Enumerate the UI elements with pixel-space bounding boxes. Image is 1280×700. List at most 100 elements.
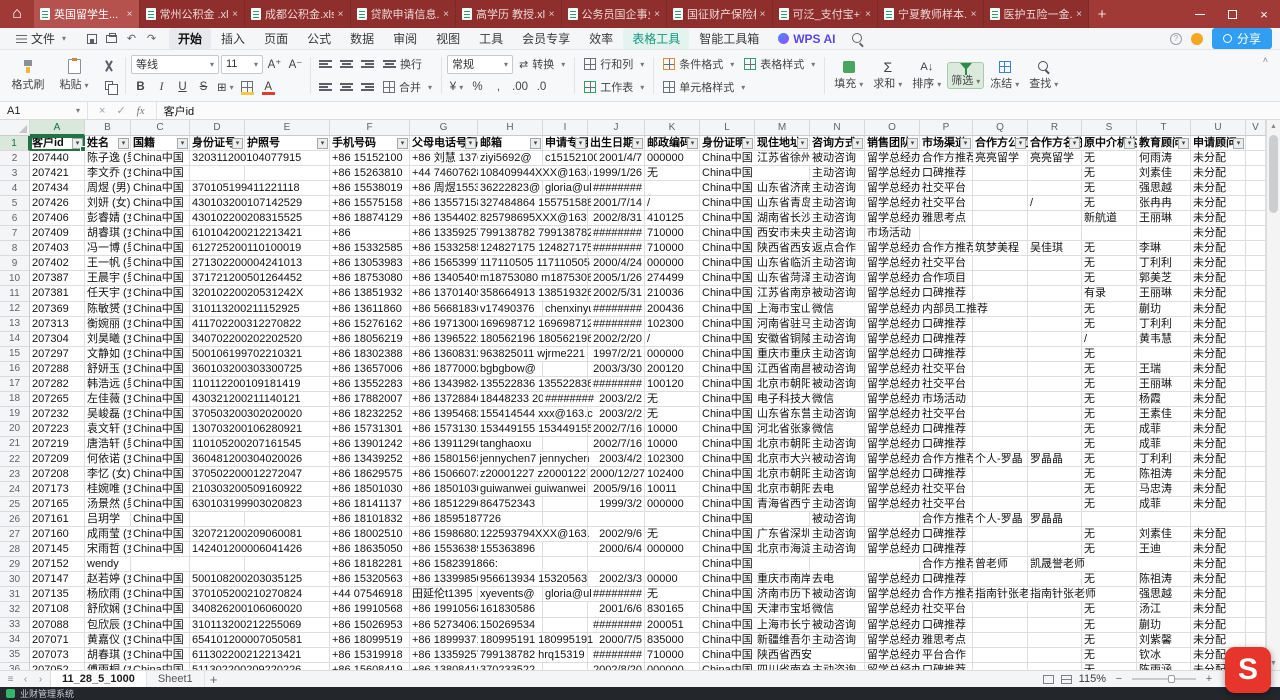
- cell[interactable]: 留学总经办: [865, 633, 920, 648]
- cell[interactable]: China中国: [131, 512, 190, 527]
- cell[interactable]: 被动咨询: [810, 587, 865, 602]
- cell[interactable]: [1028, 497, 1082, 512]
- cell[interactable]: 微信: [810, 602, 865, 617]
- cell[interactable]: 上海市宝山: [755, 302, 810, 317]
- tab-close-icon[interactable]: ×: [549, 9, 555, 20]
- cell[interactable]: 310113200211152925: [190, 302, 245, 317]
- cell[interactable]: 830165: [645, 602, 700, 617]
- cell[interactable]: 有录: [1082, 286, 1137, 301]
- cell[interactable]: 内部员工推荐: [920, 302, 973, 317]
- cell[interactable]: 刘紫馨: [1137, 633, 1191, 648]
- cell[interactable]: [245, 181, 330, 196]
- cell[interactable]: China中国: [131, 286, 190, 301]
- cell[interactable]: 电子科技大: [755, 392, 810, 407]
- cell[interactable]: +86 13544021 98: [410, 211, 478, 226]
- borders-button[interactable]: ⊞▾: [215, 78, 236, 97]
- cell[interactable]: 未分配: [1191, 633, 1246, 648]
- cell[interactable]: China中国: [131, 151, 190, 166]
- cell[interactable]: +86 18635050: [330, 542, 410, 557]
- cell[interactable]: c15152100: [543, 151, 588, 166]
- fill-button[interactable]: 填充▾: [830, 61, 867, 91]
- paste-button[interactable]: 粘贴▾: [52, 53, 96, 98]
- decrease-decimal-button[interactable]: .0: [532, 78, 551, 97]
- cell[interactable]: [1246, 587, 1266, 602]
- cell[interactable]: [973, 527, 1028, 542]
- cell[interactable]: 271302200004241013: [190, 256, 245, 271]
- menu-item-公式[interactable]: 公式: [298, 28, 340, 49]
- cell[interactable]: 北京市大兴: [755, 452, 810, 467]
- cell[interactable]: [1028, 392, 1082, 407]
- cell[interactable]: 雅思考点: [920, 633, 973, 648]
- align-right-button[interactable]: [358, 78, 377, 97]
- cell[interactable]: 社交平台: [920, 602, 973, 617]
- filter-dropdown-icon[interactable]: ▾: [530, 138, 541, 149]
- cell[interactable]: China中国: [700, 663, 755, 670]
- cell[interactable]: [131, 557, 190, 572]
- cell[interactable]: 指南针张老师: [1028, 587, 1082, 602]
- cell[interactable]: [543, 452, 588, 467]
- cell[interactable]: [245, 437, 330, 452]
- cell[interactable]: 710000: [645, 226, 700, 241]
- cell[interactable]: 未分配: [1191, 166, 1246, 181]
- cell[interactable]: 桂婉唯 (女: [85, 482, 131, 497]
- cell[interactable]: [543, 527, 588, 542]
- cell[interactable]: 200120: [645, 362, 700, 377]
- cell[interactable]: [1246, 317, 1266, 332]
- cell[interactable]: 罗晶晶: [1028, 452, 1082, 467]
- cell[interactable]: [543, 317, 588, 332]
- header-cell-L1[interactable]: 身份证明▾: [700, 136, 755, 151]
- cell[interactable]: 天津市宝坻: [755, 602, 810, 617]
- cell[interactable]: 370502200012272047: [190, 467, 245, 482]
- cell[interactable]: [245, 332, 330, 347]
- cell[interactable]: 留学总经办: [865, 302, 920, 317]
- share-button[interactable]: 分享: [1212, 28, 1272, 49]
- sheet-list-icon[interactable]: ≡: [3, 674, 18, 685]
- cell[interactable]: +86 1582391866:: [410, 557, 478, 572]
- cell[interactable]: 370503200302020020: [190, 407, 245, 422]
- row-header-14[interactable]: 14: [0, 332, 30, 347]
- cell[interactable]: 刘素佳: [1137, 527, 1191, 542]
- rows-columns-button[interactable]: 行和列▾: [580, 55, 648, 74]
- header-cell-O1[interactable]: 销售团队▾: [865, 136, 920, 151]
- cell[interactable]: 153449155 153449155: [478, 422, 543, 437]
- cell[interactable]: +86 17882007: [330, 392, 410, 407]
- header-cell-E1[interactable]: 护照号▾: [245, 136, 330, 151]
- row-header-23[interactable]: 23: [0, 467, 30, 482]
- cell[interactable]: 000000: [645, 663, 700, 670]
- increase-font-size-button[interactable]: A⁺: [265, 55, 284, 74]
- header-cell-B1[interactable]: 姓名▾: [85, 136, 131, 151]
- cell[interactable]: 留学总经办: [865, 618, 920, 633]
- tab-close-icon[interactable]: ×: [127, 9, 133, 20]
- filter-dropdown-icon[interactable]: ▾: [632, 138, 643, 149]
- cell[interactable]: [245, 226, 330, 241]
- cell[interactable]: China中国: [700, 572, 755, 587]
- cell[interactable]: 825798695XXX@163: [478, 211, 543, 226]
- cell[interactable]: [1246, 302, 1266, 317]
- cell[interactable]: 舒欣娴 (女: [85, 602, 131, 617]
- cell[interactable]: 无: [1082, 256, 1137, 271]
- insert-function-button[interactable]: fx: [137, 105, 145, 117]
- cell[interactable]: 王丽琳: [1137, 286, 1191, 301]
- cell[interactable]: China中国: [700, 512, 755, 527]
- cell[interactable]: [973, 377, 1028, 392]
- cell[interactable]: 108409944XXX@163.c: [478, 166, 543, 181]
- cell[interactable]: China中国: [700, 362, 755, 377]
- cell[interactable]: 留学总经办: [865, 166, 920, 181]
- cell[interactable]: [865, 557, 920, 572]
- cell[interactable]: 117110505 117110505: [478, 256, 543, 271]
- cell[interactable]: China中国: [131, 422, 190, 437]
- cell[interactable]: 无: [645, 407, 700, 422]
- cell[interactable]: [973, 196, 1028, 211]
- filter-dropdown-icon[interactable]: ▾: [118, 138, 129, 149]
- cell[interactable]: 重庆市重庆: [755, 347, 810, 362]
- copy-button[interactable]: [100, 78, 118, 94]
- cell[interactable]: [865, 512, 920, 527]
- cell[interactable]: [1028, 377, 1082, 392]
- cell[interactable]: 口碑推荐: [920, 347, 973, 362]
- cell[interactable]: 500106199702210321: [190, 347, 245, 362]
- cell[interactable]: 王丽琳: [1137, 377, 1191, 392]
- cell[interactable]: 320721200209060081: [190, 527, 245, 542]
- cell[interactable]: [1246, 602, 1266, 617]
- filter-dropdown-icon[interactable]: ▾: [742, 138, 753, 149]
- cell[interactable]: 100120: [645, 377, 700, 392]
